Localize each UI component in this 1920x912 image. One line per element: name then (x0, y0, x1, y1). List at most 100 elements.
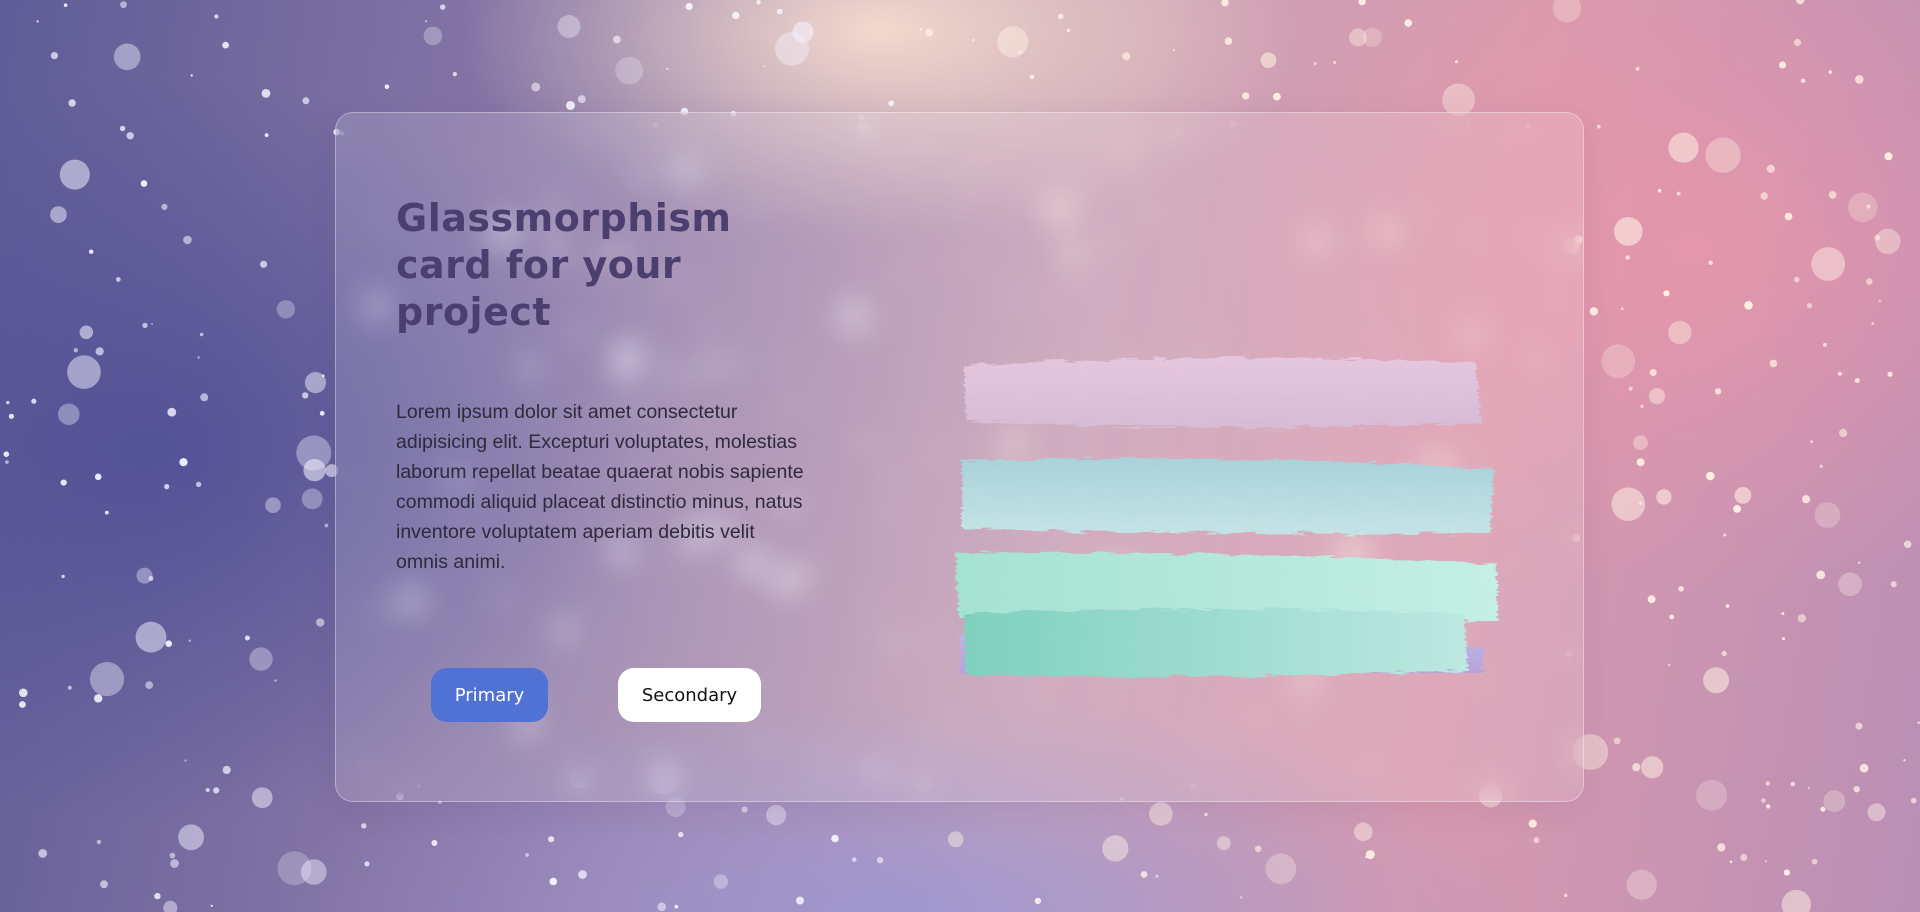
bokeh-dot (276, 300, 296, 319)
bokeh-dot (161, 203, 168, 210)
bokeh-dot (919, 28, 923, 31)
bokeh-dot (100, 880, 108, 889)
bokeh-dot (1820, 806, 1826, 812)
bokeh-dot (1708, 260, 1713, 265)
bokeh-dot (58, 403, 80, 426)
bokeh-dot (1656, 489, 1672, 505)
bokeh-dot (1782, 637, 1785, 641)
bokeh-dot (67, 355, 101, 389)
bokeh-dot (73, 348, 79, 353)
bokeh-dot (104, 510, 109, 515)
bokeh-dot (1802, 495, 1811, 504)
bokeh-dot (1855, 722, 1863, 730)
bokeh-dot (756, 0, 761, 5)
bokeh-dot (1029, 74, 1035, 80)
bokeh-dot (6, 400, 10, 405)
bokeh-dot (431, 840, 438, 846)
bokeh-dot (1358, 0, 1366, 6)
card-title: Glassmorphism card for your project (396, 196, 732, 334)
bokeh-dot (1273, 92, 1281, 101)
bokeh-dot (142, 322, 148, 329)
bokeh-dot (94, 694, 103, 703)
bokeh-dot (947, 831, 964, 848)
glass-card: Glassmorphism card for your project Lore… (335, 112, 1584, 802)
bokeh-dot (1625, 255, 1630, 260)
bokeh-dot (1221, 0, 1229, 7)
bokeh-dot (1733, 505, 1741, 513)
secondary-button[interactable]: Secondary (618, 668, 761, 722)
bokeh-dot (549, 877, 558, 886)
bokeh-dot (115, 277, 121, 282)
bokeh-dot (1760, 192, 1768, 200)
bokeh-dot (1784, 212, 1793, 221)
bokeh-dot (1313, 62, 1317, 66)
bokeh-dot (1239, 896, 1243, 899)
bokeh-dot (425, 20, 427, 23)
bokeh-dot (364, 861, 370, 867)
bokeh-dot (666, 67, 669, 70)
watercolor-stroke-blue (962, 458, 1494, 534)
bokeh-dot (1725, 604, 1730, 608)
bokeh-dot (264, 133, 269, 138)
bokeh-dot (324, 523, 329, 528)
bokeh-dot (1853, 786, 1860, 793)
bokeh-dot (674, 904, 679, 909)
bokeh-dot (1721, 650, 1727, 657)
bokeh-dot (1848, 192, 1878, 223)
bokeh-dot (120, 1, 127, 9)
bokeh-dot (265, 497, 281, 513)
bokeh-dot (169, 852, 176, 859)
bokeh-dot (851, 857, 857, 862)
bokeh-dot (1765, 860, 1768, 863)
bokeh-dot (190, 74, 193, 77)
bokeh-dot (613, 35, 621, 44)
bokeh-dot (792, 21, 814, 43)
bokeh-dot (452, 72, 457, 77)
bokeh-dot (1641, 756, 1664, 779)
bokeh-dot (244, 635, 250, 641)
bokeh-dot (19, 701, 26, 708)
bokeh-dot (1260, 52, 1277, 68)
bokeh-dot (1668, 320, 1692, 345)
bokeh-dot (1628, 386, 1633, 391)
bokeh-dot (1740, 853, 1748, 862)
bokeh-dot (61, 574, 65, 579)
bokeh-dot (1810, 440, 1814, 443)
bokeh-dot (1254, 845, 1262, 853)
bokeh-dot (222, 41, 230, 49)
bokeh-dot (1796, 0, 1805, 5)
bokeh-dot (763, 65, 766, 68)
bokeh-dot (60, 479, 67, 486)
bokeh-dot (178, 824, 205, 851)
bokeh-dot (1533, 837, 1540, 844)
bokeh-dot (170, 859, 179, 868)
bokeh-dot (578, 870, 587, 879)
bokeh-dot (184, 759, 187, 762)
bokeh-dot (1766, 804, 1771, 809)
bokeh-dot (1823, 790, 1846, 813)
bokeh-dot (1717, 843, 1726, 852)
bokeh-dot (1781, 612, 1785, 616)
bokeh-dot (1734, 487, 1752, 504)
bokeh-dot (384, 84, 390, 89)
bokeh-dot (1668, 132, 1699, 163)
bokeh-dot (997, 26, 1029, 58)
bokeh-dot (96, 839, 102, 845)
bokeh-dot (657, 902, 667, 912)
bokeh-dot (1365, 855, 1368, 859)
bokeh-dot (1705, 137, 1741, 173)
bokeh-dot (261, 89, 271, 98)
bokeh-dot (251, 787, 273, 808)
bokeh-dot (94, 473, 102, 481)
bokeh-dot (925, 28, 934, 37)
bokeh-dot (1140, 871, 1148, 878)
bokeh-dot (167, 407, 177, 417)
bokeh-dot (163, 900, 178, 912)
bokeh-dot (113, 43, 141, 71)
primary-button[interactable]: Primary (431, 668, 548, 722)
bokeh-dot (197, 356, 200, 359)
bokeh-dot (302, 97, 310, 105)
bokeh-dot (249, 647, 273, 671)
bokeh-dot (1866, 278, 1873, 285)
bokeh-dot (1066, 28, 1071, 33)
